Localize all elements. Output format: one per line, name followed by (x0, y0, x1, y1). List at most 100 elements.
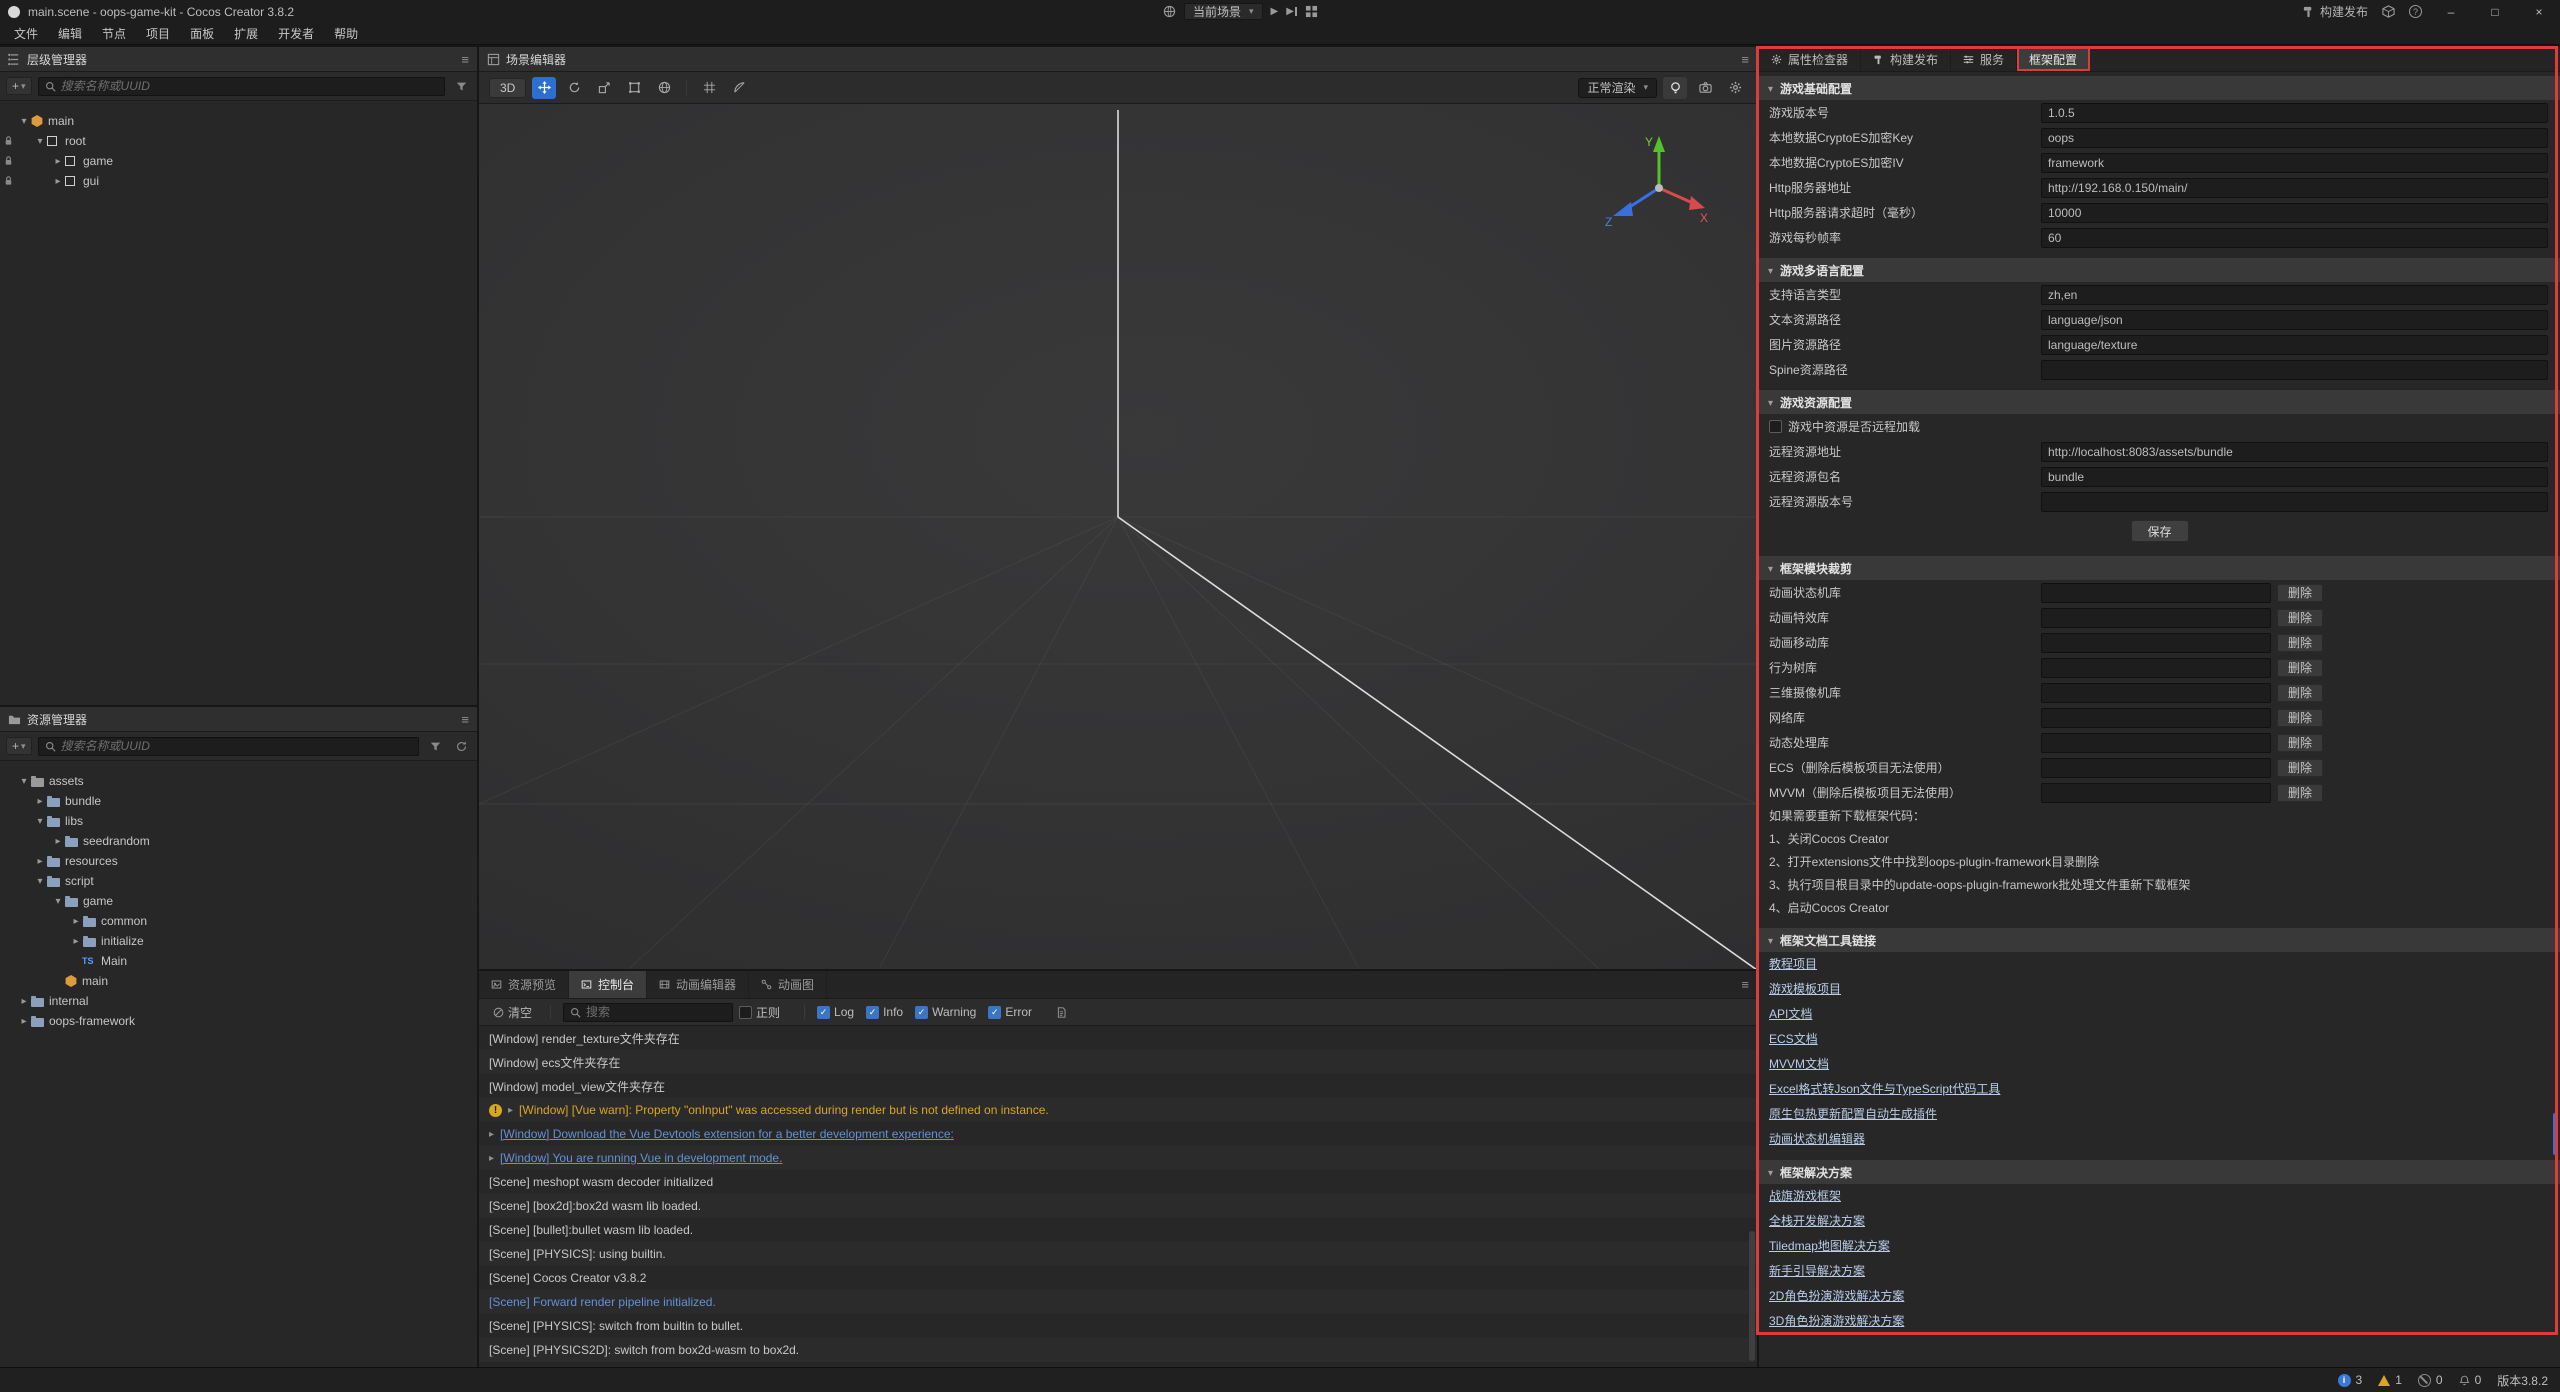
tree-node[interactable]: game (0, 891, 477, 911)
section-header-resources[interactable]: 游戏资源配置 (1759, 390, 2560, 414)
delete-button[interactable]: 删除 (2277, 684, 2323, 702)
solution-link[interactable]: 全栈开发解决方案 (1759, 1209, 2560, 1234)
info-count-badge[interactable]: 3 (2338, 1373, 2363, 1387)
filter-checkbox[interactable]: Error (988, 1005, 1032, 1019)
gizmo-space-button[interactable] (652, 77, 676, 99)
menu-item[interactable]: 帮助 (324, 23, 368, 45)
move-tool-button[interactable] (532, 77, 556, 99)
tree-node[interactable]: root (0, 131, 477, 151)
tab-framework-config[interactable]: 框架配置 (2017, 47, 2090, 71)
delete-button[interactable]: 删除 (2277, 609, 2323, 627)
expand-arrow[interactable] (18, 776, 30, 787)
expand-arrow[interactable] (70, 916, 82, 927)
log-row[interactable]: [Scene] [box2d]:box2d wasm lib loaded. (479, 1194, 1757, 1218)
console-scrollbar[interactable] (1749, 1231, 1755, 1361)
mode-3d-button[interactable]: 3D (489, 78, 526, 98)
expand-arrow[interactable] (70, 936, 82, 947)
doc-link[interactable]: Excel格式转Json文件与TypeScript代码工具 (1759, 1077, 2560, 1102)
module-input[interactable] (2041, 633, 2271, 653)
export-log-button[interactable] (1050, 1007, 1073, 1018)
rotate-snap-button[interactable] (727, 77, 751, 99)
log-expand-arrow[interactable] (508, 1105, 513, 1116)
filter-icon[interactable] (425, 737, 445, 756)
scale-tool-button[interactable] (592, 77, 616, 99)
property-input[interactable]: 10000 (2041, 203, 2548, 223)
scene-camera-button[interactable] (1693, 77, 1717, 99)
create-node-button[interactable]: +▾ (6, 77, 32, 95)
tab-service[interactable]: 服务 (1951, 47, 2017, 71)
tab-animation-editor[interactable]: 动画编辑器 (647, 971, 749, 998)
log-expand-arrow[interactable] (489, 1129, 494, 1140)
doc-link[interactable]: MVVM文档 (1759, 1052, 2560, 1077)
expand-arrow[interactable] (52, 836, 64, 847)
hierarchy-search-input[interactable] (61, 79, 438, 93)
section-header-solutions[interactable]: 框架解决方案 (1759, 1160, 2560, 1184)
assets-menu-icon[interactable]: ≡ (461, 712, 469, 727)
property-input[interactable] (2041, 360, 2548, 380)
tree-node[interactable]: main (0, 111, 477, 131)
menu-item[interactable]: 项目 (136, 23, 180, 45)
expand-arrow[interactable] (18, 1016, 30, 1027)
property-input[interactable]: http://192.168.0.150/main/ (2041, 178, 2548, 198)
menu-item[interactable]: 节点 (92, 23, 136, 45)
section-header-language[interactable]: 游戏多语言配置 (1759, 258, 2560, 282)
property-input[interactable]: oops (2041, 128, 2548, 148)
property-input[interactable]: framework (2041, 153, 2548, 173)
assets-search-input[interactable] (61, 739, 412, 753)
remote-load-checkbox[interactable] (1769, 420, 1782, 433)
log-expand-arrow[interactable] (489, 1153, 494, 1164)
refresh-icon[interactable] (451, 737, 471, 756)
section-header-docs[interactable]: 框架文档工具链接 (1759, 928, 2560, 952)
expand-arrow[interactable] (34, 136, 46, 147)
solution-link[interactable]: 战旗游戏框架 (1759, 1184, 2560, 1209)
delete-button[interactable]: 删除 (2277, 734, 2323, 752)
property-input[interactable]: language/texture (2041, 335, 2548, 355)
clear-console-button[interactable]: 清空 (487, 1004, 538, 1021)
help-icon[interactable]: ? (2409, 5, 2422, 18)
delete-button[interactable]: 删除 (2277, 634, 2323, 652)
tree-node[interactable]: assets (0, 771, 477, 791)
inspector-scrollbar[interactable] (2553, 1113, 2558, 1155)
filter-checkbox[interactable]: Log (817, 1005, 854, 1019)
log-row[interactable]: [Scene] [PHYSICS]: switch from builtin t… (479, 1314, 1757, 1338)
doc-link[interactable]: ECS文档 (1759, 1027, 2560, 1052)
module-input[interactable] (2041, 583, 2271, 603)
rotate-tool-button[interactable] (562, 77, 586, 99)
log-row[interactable]: [Scene] Forward render pipeline initiali… (479, 1290, 1757, 1314)
tab-animation-graph[interactable]: 动画图 (749, 971, 827, 998)
error-count-badge[interactable]: 0 (2418, 1373, 2443, 1387)
maximize-button[interactable]: □ (2480, 0, 2510, 23)
tab-build[interactable]: 构建发布 (1861, 47, 1951, 71)
log-row[interactable]: [Scene] [PHYSICS]: using builtin. (479, 1242, 1757, 1266)
hierarchy-menu-icon[interactable]: ≡ (461, 52, 469, 67)
step-button[interactable]: ▶ (1286, 6, 1297, 17)
tree-node[interactable]: script (0, 871, 477, 891)
tree-node[interactable]: Main (0, 951, 477, 971)
rect-tool-button[interactable] (622, 77, 646, 99)
delete-button[interactable]: 删除 (2277, 784, 2323, 802)
menu-item[interactable]: 文件 (4, 23, 48, 45)
warning-count-badge[interactable]: 1 (2378, 1373, 2402, 1387)
tab-console[interactable]: 控制台 (569, 971, 647, 998)
save-button[interactable]: 保存 (2131, 520, 2189, 542)
solution-link[interactable]: 新手引导解决方案 (1759, 1259, 2560, 1284)
notification-badge[interactable]: 0 (2459, 1373, 2482, 1387)
log-row[interactable]: [Window] ecs文件夹存在 (479, 1050, 1757, 1074)
property-input[interactable]: http://localhost:8083/assets/bundle (2041, 442, 2548, 462)
delete-button[interactable]: 删除 (2277, 584, 2323, 602)
solution-link[interactable]: Tiledmap地图解决方案 (1759, 1234, 2560, 1259)
solution-link[interactable]: 3D角色扮演游戏解决方案 (1759, 1309, 2560, 1334)
expand-arrow[interactable] (34, 876, 46, 887)
tree-node[interactable]: game (0, 151, 477, 171)
filter-checkbox[interactable]: Info (866, 1005, 903, 1019)
grid-snap-button[interactable] (697, 77, 721, 99)
property-input[interactable]: 1.0.5 (2041, 103, 2548, 123)
scene-settings-button[interactable] (1723, 77, 1747, 99)
expand-arrow[interactable] (34, 856, 46, 867)
lock-icon[interactable] (3, 155, 14, 166)
doc-link[interactable]: API文档 (1759, 1002, 2560, 1027)
console-search-input[interactable] (586, 1005, 726, 1019)
module-input[interactable] (2041, 683, 2271, 703)
axis-gizmo[interactable]: Y X Z (1597, 122, 1717, 242)
expand-arrow[interactable] (18, 996, 30, 1007)
